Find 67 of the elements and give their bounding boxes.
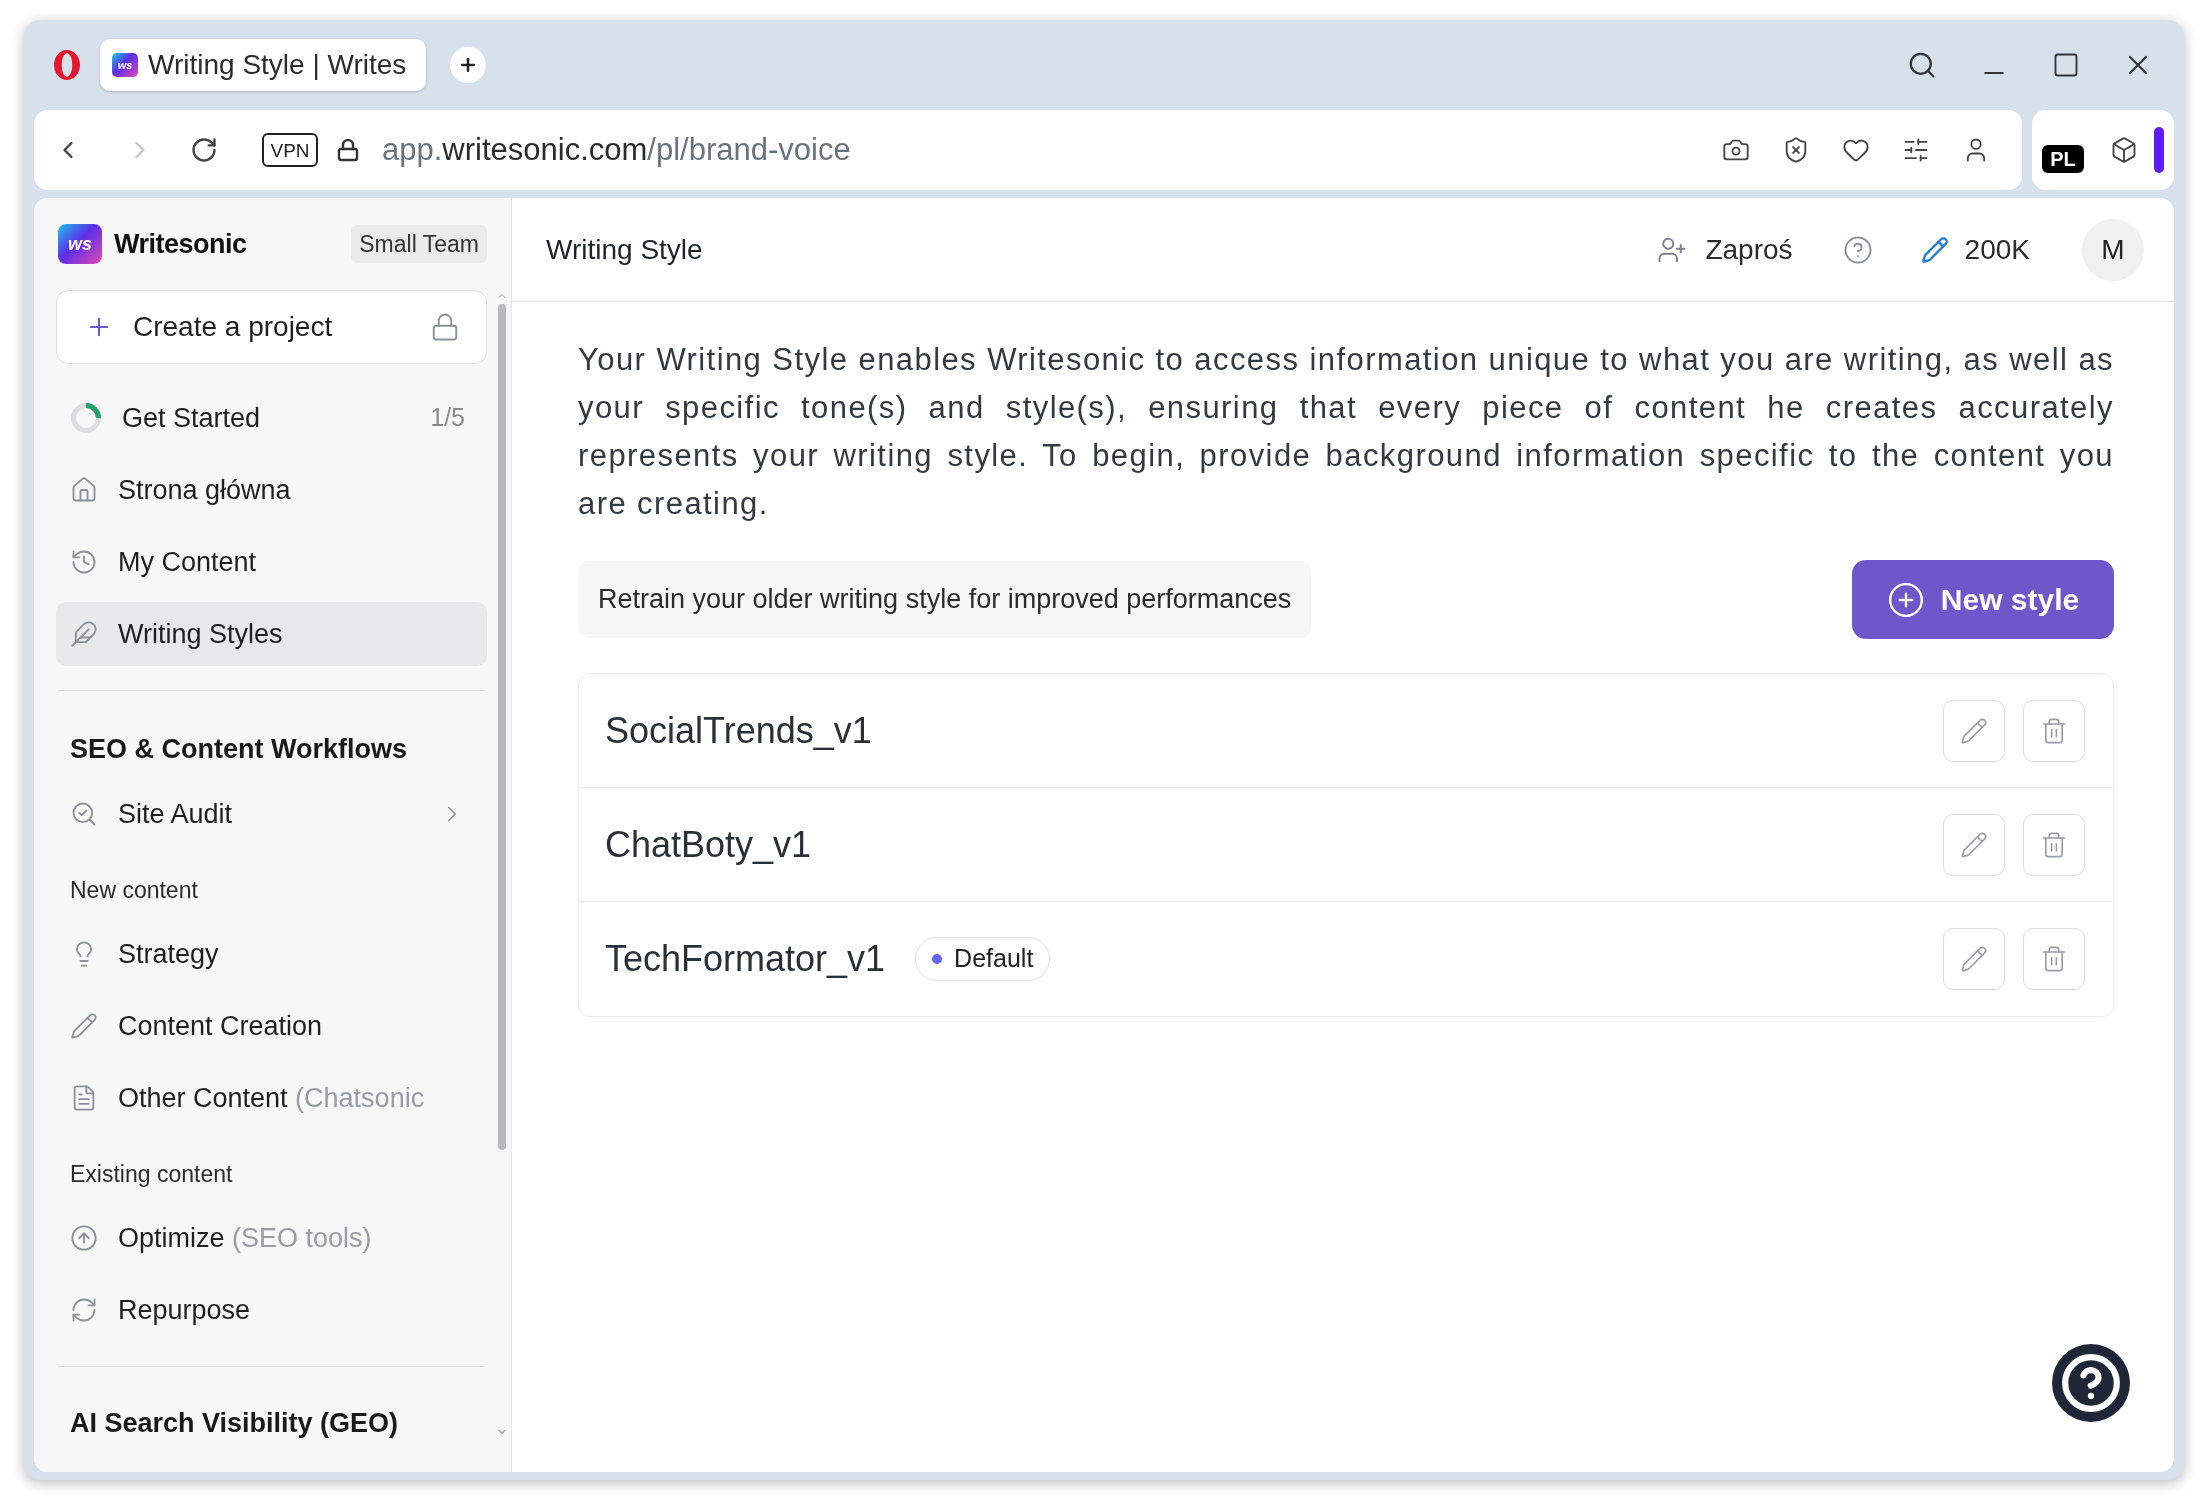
scrollbar-thumb[interactable]	[498, 304, 506, 1150]
trash-icon	[2040, 945, 2068, 973]
search-check-icon	[70, 800, 98, 828]
feather-icon	[70, 620, 98, 648]
group-heading: Existing content	[69, 1160, 234, 1189]
invite-button[interactable]: Zaproś	[1657, 228, 1793, 271]
sliders-icon[interactable]	[1902, 136, 1930, 164]
help-icon	[2060, 1352, 2122, 1414]
create-project-button[interactable]: Create a project	[56, 290, 487, 364]
trash-icon	[2040, 716, 2068, 745]
delete-button[interactable]	[2023, 928, 2085, 990]
badge-label: Default	[954, 943, 1034, 975]
maximize-icon[interactable]	[2052, 51, 2080, 79]
progress-count: 1/5	[430, 402, 465, 434]
page-title: Writing Style	[546, 232, 703, 267]
tab-favicon: ws	[112, 53, 138, 77]
new-tab-button[interactable]	[450, 47, 487, 83]
pencil-icon	[1960, 716, 1988, 745]
arrow-up-circle-icon	[70, 1224, 98, 1252]
search-icon[interactable]	[1907, 50, 1937, 80]
language-badge[interactable]: PL	[2042, 145, 2084, 173]
style-name: SocialTrends_v1	[605, 708, 872, 753]
history-icon	[70, 548, 98, 576]
sidebar-item[interactable]: Strona główna	[56, 458, 487, 522]
refresh-icon	[70, 1296, 98, 1324]
house-icon	[70, 476, 98, 504]
brand-logo: ws	[58, 224, 102, 264]
cube-icon[interactable]	[2110, 136, 2138, 164]
accent-bar	[2154, 127, 2164, 173]
pencil-icon	[1960, 830, 1988, 859]
style-name: ChatBoty_v1	[605, 822, 812, 867]
url-text[interactable]: app.writesonic.com/pl/brand-voice	[382, 126, 851, 174]
vpn-badge[interactable]: VPN	[262, 133, 318, 167]
sidebar-item[interactable]: Other Content (Chatsonic	[56, 1066, 487, 1130]
pencil-icon	[1920, 235, 1949, 264]
delete-button[interactable]	[2023, 813, 2085, 876]
style-name: TechFormator_v1	[605, 937, 886, 981]
description-text: Your Writing Style enables Writesonic to access information unique to what you are writing, as well as your specific tone(s) and style(s), ensuring that every piece of content he creates accurately represents your writing style. To begin, provide background information specific to the content you are creating.	[578, 341, 2114, 523]
brand-name: Writesonic	[114, 227, 247, 261]
delete-button[interactable]	[2023, 699, 2085, 762]
plan-label: Small Team	[351, 224, 487, 264]
pencil-icon	[70, 1012, 98, 1040]
browser-tab[interactable]: ws Writing Style | Writes	[100, 39, 427, 91]
lock-icon	[430, 312, 460, 342]
sidebar-item[interactable]: Optimize (SEO tools)	[56, 1206, 487, 1270]
retrain-notice: Retrain your older writing style for improved performances	[578, 561, 1312, 638]
plus-circle-icon	[1886, 580, 1925, 619]
sidebar-item[interactable]: Strategy	[56, 922, 487, 986]
avatar[interactable]: M	[2082, 218, 2144, 281]
section-title: AI Search Visibility (GEO)	[69, 1407, 400, 1440]
pencil-icon	[1960, 945, 1988, 973]
lock-icon	[336, 138, 360, 162]
sidebar-item[interactable]: My Content	[56, 530, 487, 594]
new-style-button[interactable]: New style	[1852, 560, 2114, 639]
trash-icon	[2040, 830, 2068, 859]
reload-icon[interactable]	[190, 136, 218, 164]
credits-button[interactable]: 200K	[1920, 228, 2030, 271]
sidebar-item[interactable]: Site Audit	[56, 782, 487, 846]
sidebar-item[interactable]: Content Creation	[56, 994, 487, 1058]
sidebar-item[interactable]: Repurpose	[56, 1278, 487, 1342]
section-title: SEO & Content Workflows	[69, 733, 408, 766]
sidebar-item[interactable]: Writing Styles	[56, 602, 487, 666]
progress-ring-icon	[70, 402, 102, 434]
sidebar-item[interactable]: Get Started 1/5	[56, 386, 487, 450]
group-heading: New content	[69, 876, 199, 905]
browser-logo-icon[interactable]	[54, 50, 80, 80]
help-icon[interactable]	[1842, 234, 1873, 265]
